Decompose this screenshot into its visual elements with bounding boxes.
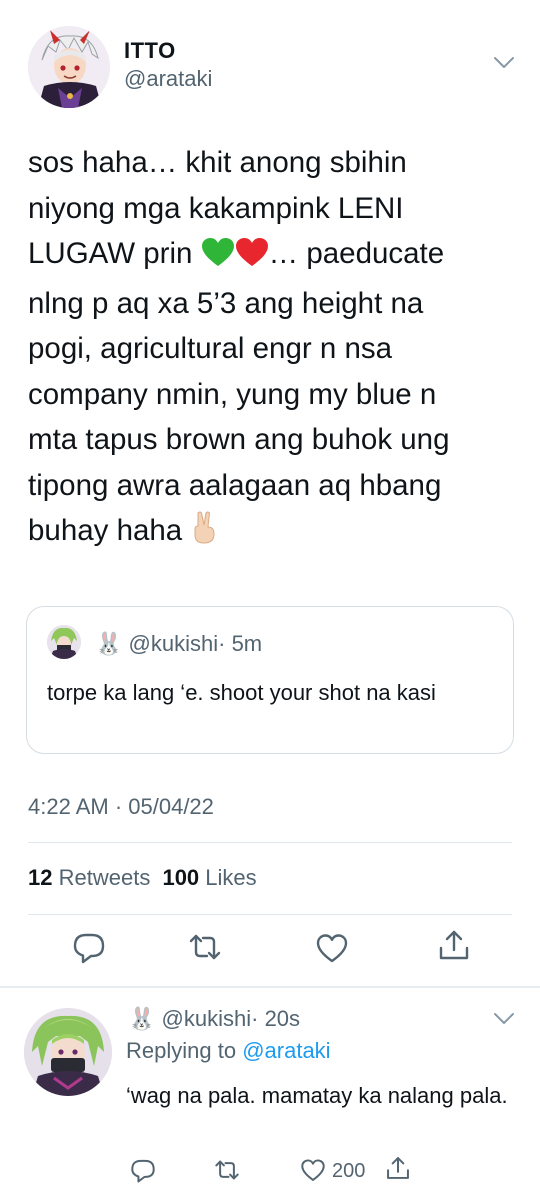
retweet-icon[interactable] [214,1157,240,1183]
chevron-down-icon[interactable] [493,56,515,70]
retweets-count: 12 [28,865,53,890]
like-icon[interactable] [300,1157,326,1183]
quoted-tweet-card[interactable]: 🐰 @kukishi· 5m torpe ka lang ‘e. shoot y… [26,606,514,754]
retweets-stat[interactable]: 12 Retweets [28,865,150,890]
tweet-text-line: niyong mga kakampink LENI [28,191,404,225]
red-heart-icon [235,235,269,281]
quoted-author-handle[interactable]: @kukishi [129,631,219,656]
tweet-text-line: company nmin, yung my blue n [28,377,437,411]
tweet-text-fragment: buhay haha [28,514,183,547]
share-icon[interactable] [437,928,471,962]
tweet-text-line: nlng p aq xa 5’3 ang height na [28,286,424,320]
quoted-tweet-text: torpe ka lang ‘e. shoot your shot na kas… [47,680,436,705]
replying-to-label: Replying to [126,1038,237,1063]
chevron-down-icon[interactable] [493,1012,515,1026]
author-avatar[interactable] [28,26,110,108]
likes-label: Likes [205,865,257,890]
tweet-text-fragment: … paeducate [268,237,445,270]
rabbit-icon: 🐰 [128,1006,156,1031]
author-display-name[interactable]: ITTO [124,38,176,64]
engagement-stats: 12 Retweets 100 Likes [28,865,257,891]
victory-hand-icon [190,510,218,558]
tweet-text-fragment: LUGAW prin [28,237,193,270]
quoted-author-avatar[interactable] [47,625,81,659]
green-heart-icon [201,235,235,281]
reply-author-handle[interactable]: @kukishi [162,1006,252,1031]
divider [28,914,512,915]
replying-to-handle-link[interactable]: @arataki [242,1038,330,1063]
reply-icon[interactable] [130,1157,156,1183]
replying-to-line: Replying to @arataki [126,1038,331,1064]
author-handle[interactable]: @arataki [124,66,212,92]
rabbit-icon: 🐰 [95,631,123,656]
likes-stat[interactable]: 100 Likes [162,865,256,890]
reply-time: · 20s [251,1006,301,1031]
tweet-text-line: pogi, agricultural engr n nsa [28,332,393,365]
tweet-text: sos haha… khit anong sbihin niyong mga k… [28,140,518,558]
divider [28,842,512,843]
tweet-text-line: LUGAW prin … paeducate [28,231,518,281]
like-icon[interactable] [315,931,349,965]
divider [0,986,540,988]
tweet-text-line: buhay haha [28,508,518,558]
reply-text: ‘wag na pala. mamatay ka nalang pala. [126,1083,508,1108]
likes-count: 100 [162,865,200,890]
tweet-text-line: tipong awra aalagaan aq hbang [28,468,442,502]
quoted-author-meta: 🐰 @kukishi· 5m [95,631,262,657]
share-icon[interactable] [385,1155,411,1181]
retweet-icon[interactable] [188,930,222,964]
retweets-label: Retweets [58,865,151,890]
reply-like-count: 200 [332,1160,366,1182]
tweet-timestamp[interactable]: 4:22 AM · 05/04/22 [28,794,214,820]
tweet-text-line: mta tapus brown ang buhok ung [28,423,450,456]
reply-author-avatar[interactable] [24,1008,112,1096]
reply-author-meta: 🐰 @kukishi· 20s [128,1006,300,1032]
quoted-tweet-time: · 5m [218,631,263,656]
tweet-text-line: sos haha… khit anong sbihin [28,146,407,179]
reply-icon[interactable] [72,930,106,964]
